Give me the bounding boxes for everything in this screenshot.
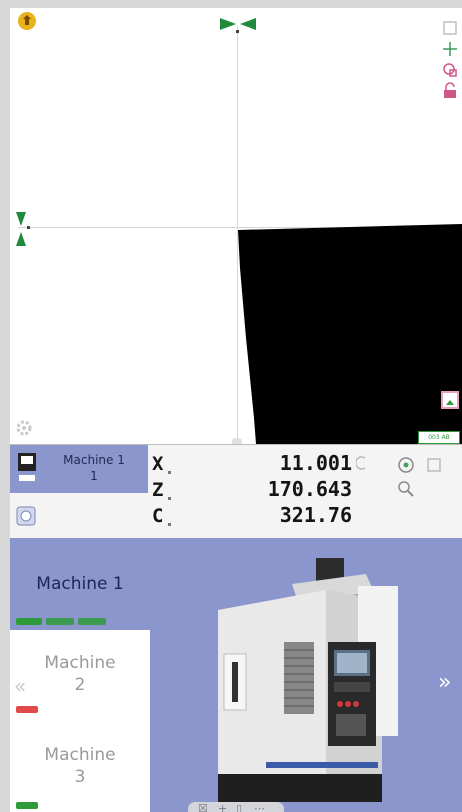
axis-mode-icon[interactable]: [356, 455, 368, 471]
status-pill: [16, 618, 42, 625]
axis-tick: [168, 497, 171, 500]
part-silhouette: [238, 224, 462, 444]
app-frame: 003 AB Machine 1 1 X 11.001 Z 170.643 C …: [0, 0, 462, 812]
frame-icon[interactable]: [424, 455, 444, 475]
axis-tick: [168, 523, 171, 526]
machine-panel: Machine 1 Machine 2 Machine 3 « » ☒ + ▯ …: [10, 538, 462, 812]
add-icon[interactable]: +: [218, 802, 227, 812]
machine-number: 2: [74, 675, 86, 695]
machine-name: Machine: [44, 745, 116, 765]
axis-label: X: [152, 453, 164, 475]
current-machine-name: Machine 1: [63, 453, 125, 467]
axis-label: Z: [152, 479, 164, 501]
machine-name: Machine 1: [36, 574, 124, 594]
edit-icon[interactable]: ☒: [198, 802, 208, 812]
machine-name: Machine: [44, 653, 116, 673]
machine-number: 3: [74, 767, 86, 787]
status-tag: 003 AB: [418, 431, 460, 444]
camera-icon[interactable]: [14, 501, 38, 529]
zoom-icon[interactable]: [396, 479, 416, 499]
left-axis-marker-icon[interactable]: [12, 210, 36, 248]
axis-readout: X 11.001 Z 170.643 C 321.76: [152, 451, 382, 529]
current-machine-tile[interactable]: Machine 1 1: [10, 445, 148, 493]
current-machine-number: 1: [90, 469, 98, 483]
machine-item[interactable]: Machine 3: [10, 722, 150, 812]
logo-icon[interactable]: [16, 10, 38, 32]
part-viewer[interactable]: 003 AB: [10, 8, 462, 444]
status-pill: [78, 618, 106, 625]
dro-panel: Machine 1 1 X 11.001 Z 170.643 C 321.76: [10, 444, 462, 539]
axis-row-z: Z 170.643: [152, 477, 382, 503]
axis-value: 11.001: [279, 451, 352, 475]
delete-icon[interactable]: ▯: [236, 802, 242, 812]
top-axis-marker-icon[interactable]: [218, 16, 258, 36]
machine-image: [218, 558, 398, 802]
bottom-toolbar[interactable]: ☒ + ▯ ⋯: [188, 802, 284, 812]
status-pill: [16, 802, 38, 809]
axis-tick: [168, 471, 171, 474]
machine-item-active[interactable]: Machine 1: [10, 538, 150, 628]
axis-row-c: C 321.76: [152, 503, 382, 529]
axis-label: C: [152, 505, 164, 527]
status-pill: [46, 618, 74, 625]
status-pill: [16, 706, 38, 713]
previous-machine-button[interactable]: «: [14, 674, 26, 698]
machine-display-icon: [18, 453, 36, 481]
crosshair-tool-icon[interactable]: [440, 39, 460, 59]
machine-list: Machine 1 Machine 2 Machine 3: [10, 538, 150, 812]
viewer-toolbar: [440, 18, 462, 102]
app-window: 003 AB Machine 1 1 X 11.001 Z 170.643 C …: [10, 8, 462, 812]
axis-row-x: X 11.001: [152, 451, 382, 477]
lock-tool-icon[interactable]: [440, 81, 460, 101]
ruler-icon[interactable]: [440, 18, 460, 38]
shape-tool-icon[interactable]: [440, 60, 460, 80]
axis-value: 170.643: [267, 477, 352, 501]
more-icon[interactable]: ⋯: [254, 802, 265, 812]
gear-icon[interactable]: [14, 418, 34, 438]
stop-icon[interactable]: [440, 390, 460, 410]
axis-value: 321.76: [279, 503, 352, 527]
machine-item[interactable]: Machine 2: [10, 630, 150, 722]
target-icon[interactable]: [396, 455, 416, 475]
